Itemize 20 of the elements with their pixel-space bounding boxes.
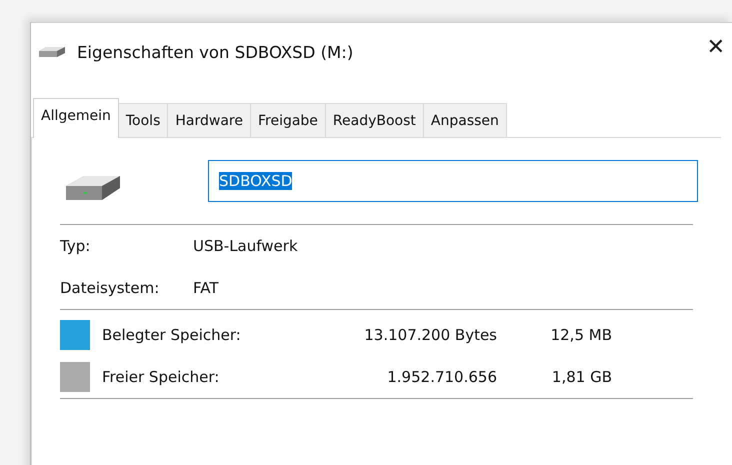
drive-icon — [37, 45, 67, 59]
property-value: FAT — [193, 279, 219, 297]
storage-size: 12,5 MB — [550, 326, 612, 344]
storage-label: Belegter Speicher: — [102, 326, 242, 344]
property-value: USB-Laufwerk — [193, 237, 298, 255]
tab[interactable]: Freigabe — [250, 103, 326, 137]
storage-label: Freier Speicher: — [102, 368, 220, 386]
property-label: Typ: — [60, 237, 92, 255]
tab[interactable]: Anpassen — [422, 103, 507, 137]
property-label: Dateisystem: — [60, 279, 160, 297]
close-button[interactable]: ✕ — [698, 34, 732, 60]
storage-bytes: 1.952.710.656 — [386, 368, 497, 386]
storage-size: 1,81 GB — [550, 368, 612, 386]
tab[interactable]: ReadyBoost — [324, 103, 424, 137]
storage-bytes: 13.107.200 Bytes — [363, 326, 497, 344]
tab[interactable]: Tools — [118, 103, 168, 137]
name-field[interactable]: SDBOXSD — [208, 160, 698, 202]
tab[interactable]: Allgemein — [33, 98, 119, 138]
window-title: Eigenschaften von SDBOXSD (M:) — [77, 42, 354, 62]
tab[interactable]: Hardware — [167, 103, 251, 137]
